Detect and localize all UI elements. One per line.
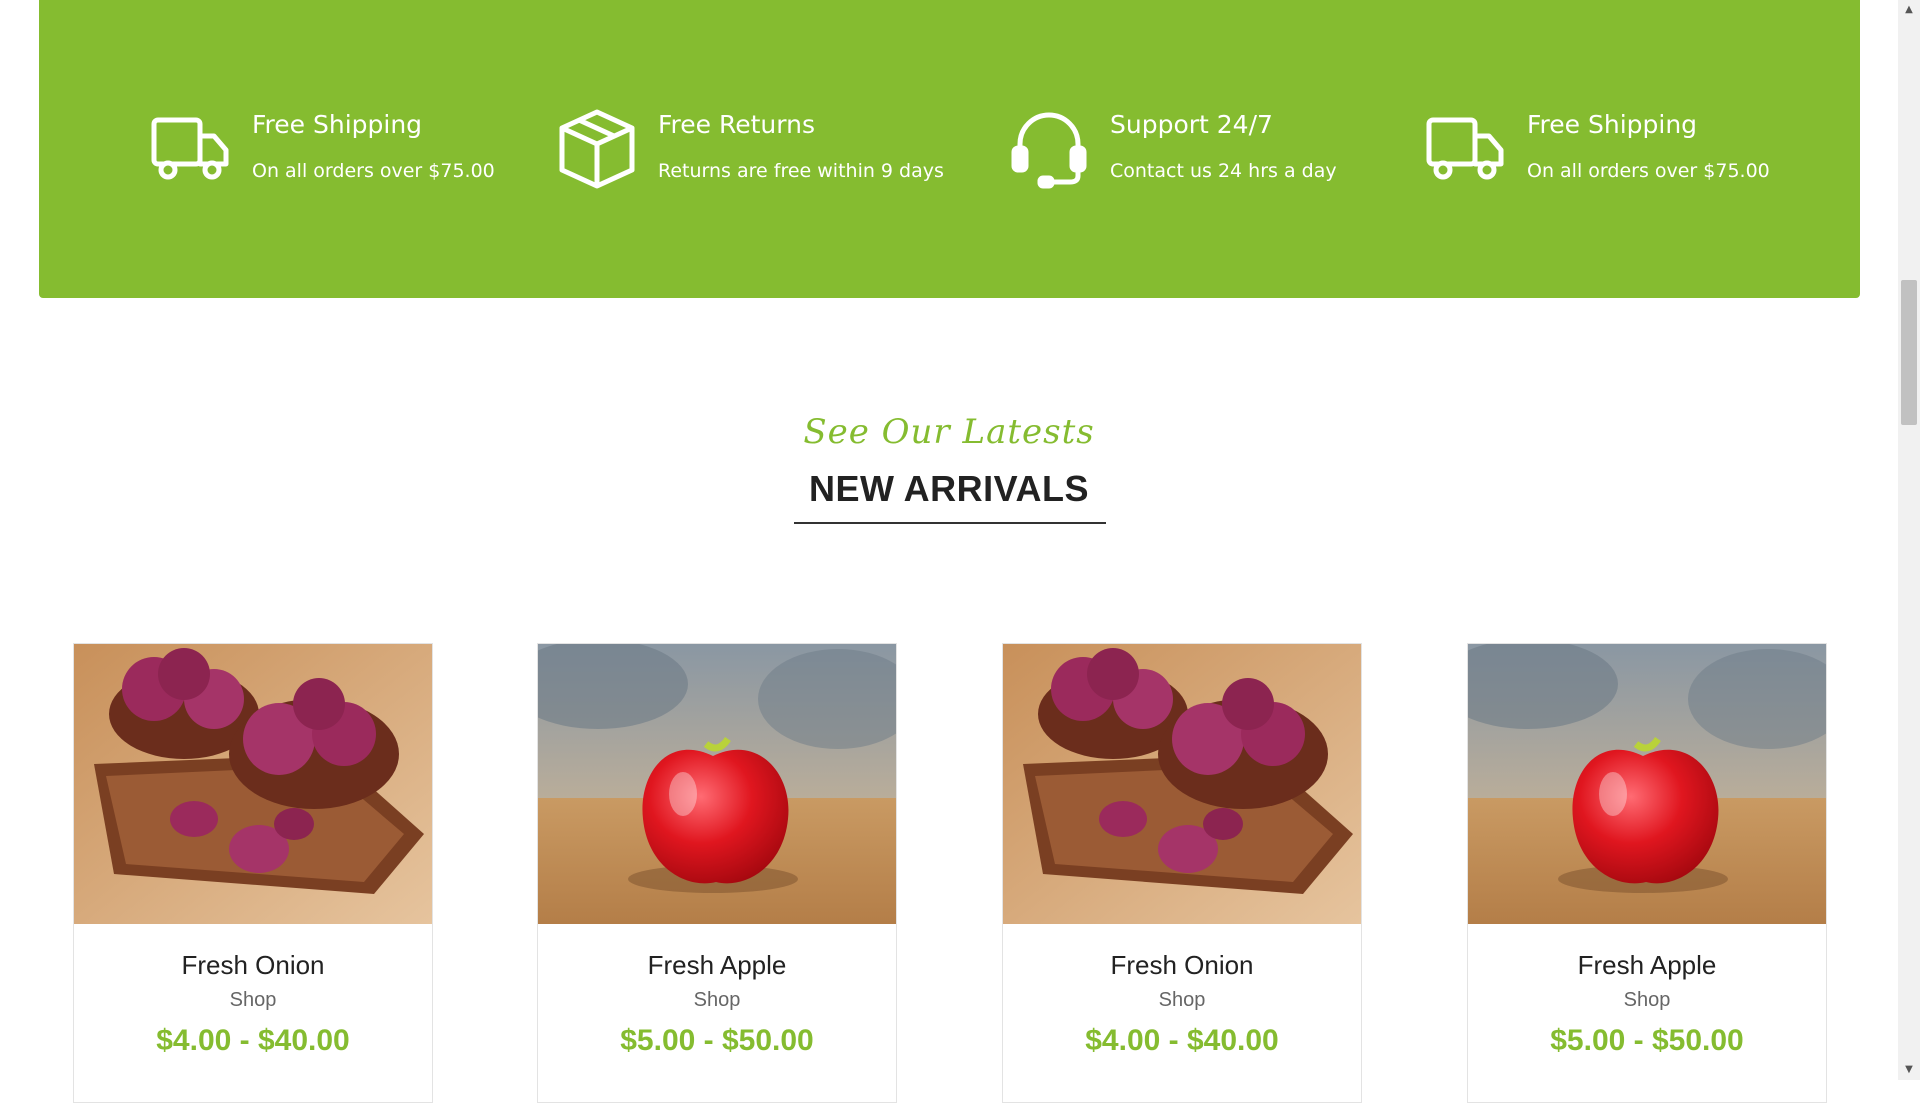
section-title: NEW ARRIVALS	[809, 468, 1089, 509]
truck-icon	[150, 108, 232, 190]
product-image[interactable]	[74, 644, 432, 924]
product-image[interactable]	[538, 644, 896, 924]
product-price: $5.00 - $50.00	[1550, 1024, 1744, 1057]
product-name[interactable]: Fresh Apple	[1468, 950, 1826, 981]
product-image[interactable]	[1468, 644, 1826, 924]
feature-item: Support 24/7 Contact us 24 hrs a day	[1008, 108, 1337, 190]
product-category[interactable]: Shop	[1468, 989, 1826, 1012]
headset-icon	[1008, 108, 1090, 190]
page: Free Shipping On all orders over $75.00 …	[0, 0, 1898, 1103]
feature-item: Free Returns Returns are free within 9 d…	[556, 108, 944, 190]
feature-title: Support 24/7	[1110, 110, 1273, 139]
product-category[interactable]: Shop	[1003, 989, 1361, 1012]
feature-subtitle: On all orders over $75.00	[1527, 160, 1770, 182]
product-card[interactable]: Fresh Apple Shop $5.00 - $50.00	[1467, 643, 1827, 1103]
feature-subtitle: Contact us 24 hrs a day	[1110, 160, 1337, 182]
scroll-down-arrow-icon[interactable]: ▼	[1898, 1060, 1920, 1080]
feature-subtitle: On all orders over $75.00	[252, 160, 495, 182]
product-category[interactable]: Shop	[538, 989, 896, 1012]
feature-title: Free Shipping	[1527, 110, 1698, 139]
scroll-up-arrow-icon[interactable]: ▲	[1898, 0, 1920, 20]
product-price: $4.00 - $40.00	[1085, 1024, 1279, 1057]
page-scrollbar[interactable]: ▲ ▼	[1898, 0, 1920, 1080]
feature-title: Free Returns	[658, 110, 815, 139]
product-price: $5.00 - $50.00	[620, 1024, 814, 1057]
scrollbar-thumb[interactable]	[1901, 280, 1917, 425]
product-card[interactable]: Fresh Apple Shop $5.00 - $50.00	[537, 643, 897, 1103]
title-underline	[794, 522, 1106, 524]
feature-item: Free Shipping On all orders over $75.00	[150, 108, 495, 190]
product-name[interactable]: Fresh Onion	[1003, 950, 1361, 981]
truck-icon	[1425, 108, 1507, 190]
product-card[interactable]: Fresh Onion Shop $4.00 - $40.00	[73, 643, 433, 1103]
section-script-heading: See Our Latests	[803, 412, 1095, 452]
box-icon	[556, 108, 638, 190]
product-name[interactable]: Fresh Apple	[538, 950, 896, 981]
features-banner: Free Shipping On all orders over $75.00 …	[39, 0, 1860, 298]
product-category[interactable]: Shop	[74, 989, 432, 1012]
product-price: $4.00 - $40.00	[156, 1024, 350, 1057]
feature-item: Free Shipping On all orders over $75.00	[1425, 108, 1770, 190]
product-image[interactable]	[1003, 644, 1361, 924]
feature-title: Free Shipping	[252, 110, 423, 139]
product-name[interactable]: Fresh Onion	[74, 950, 432, 981]
product-card[interactable]: Fresh Onion Shop $4.00 - $40.00	[1002, 643, 1362, 1103]
feature-subtitle: Returns are free within 9 days	[658, 160, 944, 182]
